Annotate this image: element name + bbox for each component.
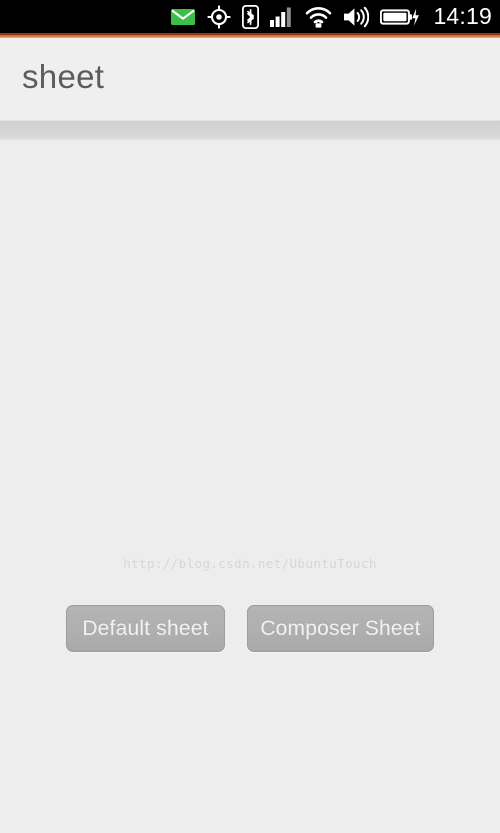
phone-screen: 14:19 sheet http://blog.csdn.net/UbuntuT…	[0, 0, 500, 833]
status-bar[interactable]: 14:19	[0, 0, 500, 33]
watermark-text: http://blog.csdn.net/UbuntuTouch	[123, 556, 377, 571]
page-content: http://blog.csdn.net/UbuntuTouch Default…	[0, 141, 500, 833]
app-header: sheet	[0, 38, 500, 120]
wifi-secure-icon[interactable]	[305, 4, 332, 30]
cellular-signal-icon[interactable]	[270, 4, 294, 30]
header-divider	[0, 120, 500, 141]
volume-icon[interactable]	[343, 4, 370, 30]
sheet-button-row: Default sheet Composer Sheet	[0, 605, 500, 653]
status-bar-clock: 14:19	[433, 3, 492, 29]
composer-sheet-button[interactable]: Composer Sheet	[247, 605, 434, 652]
location-icon[interactable]	[207, 4, 231, 30]
battery-charging-icon[interactable]	[380, 4, 420, 30]
mail-icon[interactable]	[170, 4, 196, 30]
page-title: sheet	[22, 58, 105, 95]
default-sheet-button[interactable]: Default sheet	[66, 605, 225, 652]
bluetooth-icon[interactable]	[242, 4, 260, 30]
